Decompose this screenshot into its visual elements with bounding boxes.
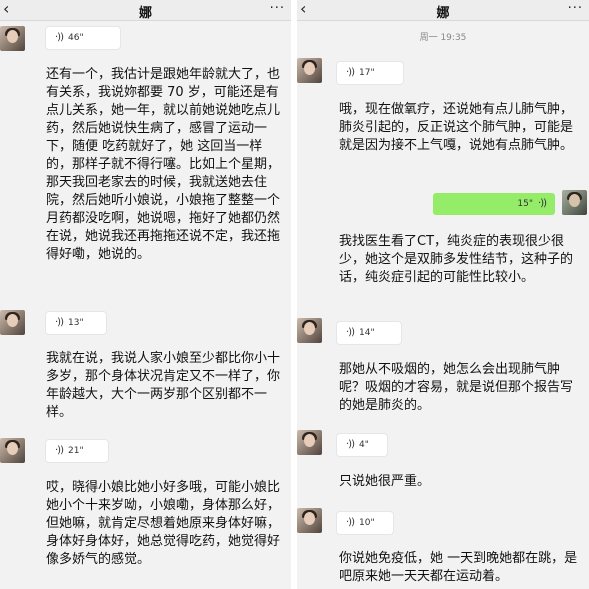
avatar[interactable] (0, 438, 25, 463)
chat-header: ‹ 娜 ··· (297, 0, 589, 21)
voice-message-outgoing[interactable]: 15" ·)) (433, 193, 555, 215)
voice-duration: 21" (68, 446, 84, 456)
voice-message[interactable]: ·)) 21" (46, 440, 108, 462)
avatar[interactable] (0, 310, 25, 335)
voice-wave-icon: ·)) (538, 198, 547, 209)
voice-message[interactable]: ·)) 4" (337, 434, 387, 456)
transcript-text: 你说她免疫低，她 一天到晚她都在跳，是吧原来她一天天都在运动着。 (339, 551, 578, 584)
avatar[interactable] (297, 318, 322, 343)
voice-wave-icon: ·)) (346, 439, 355, 450)
voice-duration: 17" (359, 68, 375, 78)
voice-duration: 4" (359, 440, 369, 450)
voice-message[interactable]: ·)) 10" (337, 512, 393, 534)
voice-message[interactable]: ·)) 14" (337, 322, 401, 344)
voice-duration: 10" (359, 518, 375, 528)
voice-wave-icon: ·)) (346, 67, 355, 78)
voice-wave-icon: ·)) (346, 517, 355, 528)
chat-header: ‹ 娜 ··· (0, 0, 291, 21)
chat-panel-right: ‹ 娜 ··· 周一 19:35 ·)) 17" 哦，现在做氧疗，还说她有点儿肺… (297, 0, 589, 589)
avatar-self[interactable] (562, 190, 587, 215)
voice-wave-icon: ·)) (55, 317, 64, 328)
voice-message[interactable]: ·)) 17" (337, 62, 403, 84)
contact-name: 娜 (436, 6, 450, 21)
voice-duration: 14" (359, 328, 375, 338)
message-timestamp: 周一 19:35 (419, 33, 467, 43)
transcript-text: 我找医生看了CT，纯炎症的表现很少很少，她这个是双肺多发性结节，这种子的话，纯炎… (339, 234, 574, 285)
transcript-text: 那她从不吸烟的，她怎么会出现肺气肿呢？吸烟的才容易，就是说但那个报告写的她是肺炎… (339, 362, 574, 413)
transcript-text: 只说她很严重。 (339, 474, 431, 489)
transcript-text: 我就在说，我说人家小娘至少都比你小十多岁，那个身体状况肯定又不一样了，你年龄越大… (46, 351, 281, 420)
transcript-text: 还有一个，我估计是跟她年龄就大了，也有关系，我说妳都要 70 岁，可能还是有点儿… (46, 67, 281, 262)
voice-duration: 46" (68, 33, 84, 43)
avatar[interactable] (297, 508, 322, 533)
voice-wave-icon: ·)) (55, 445, 64, 456)
transcript-text: 哦，现在做氧疗，还说她有点儿肺气肿，肺炎引起的，反正说这个肺气肿，可能是就是因为… (339, 102, 574, 153)
more-options-icon[interactable]: ··· (568, 1, 583, 16)
voice-message[interactable]: ·)) 46" (46, 27, 120, 49)
voice-duration: 13" (68, 318, 84, 328)
transcript-text: 哎，晓得小娘比她小好多哦，可能小娘比她小个十来岁呦，小娘嘞，身体那么好，但她嘛，… (46, 480, 281, 567)
chat-panel-left: ‹ 娜 ··· ·)) 46" 还有一个，我估计是跟她年龄就大了，也有关系，我说… (0, 0, 291, 589)
avatar[interactable] (297, 58, 322, 83)
more-options-icon[interactable]: ··· (270, 1, 285, 16)
avatar[interactable] (297, 430, 322, 455)
avatar[interactable] (0, 26, 25, 51)
voice-wave-icon: ·)) (346, 327, 355, 338)
voice-message[interactable]: ·)) 13" (46, 312, 106, 334)
contact-name: 娜 (138, 6, 152, 21)
voice-wave-icon: ·)) (55, 32, 64, 43)
voice-duration: 15" (517, 199, 533, 209)
